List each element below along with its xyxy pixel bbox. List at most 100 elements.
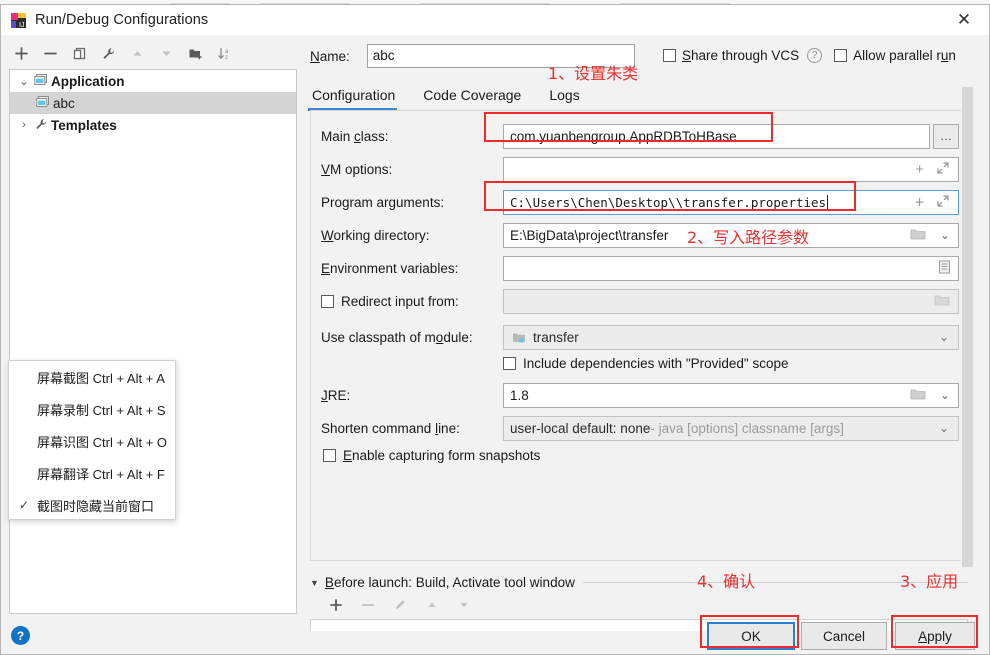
add-configuration-button[interactable]	[7, 40, 36, 66]
context-menu-item-screen-translate[interactable]: 屏幕翻译 Ctrl + Alt + F	[9, 457, 175, 489]
new-folder-icon[interactable]	[181, 40, 210, 66]
dialog-title: Run/Debug Configurations	[35, 12, 209, 28]
tab-logs[interactable]: Logs	[547, 87, 592, 108]
context-menu-item-screenshot[interactable]: 屏幕截图 Ctrl + Alt + A	[9, 361, 175, 393]
tab-code-coverage[interactable]: Code Coverage	[421, 87, 534, 108]
context-menu-item-screen-record[interactable]: 屏幕录制 Ctrl + Alt + S	[9, 393, 175, 425]
redirect-input-field	[503, 288, 959, 314]
triangle-down-icon[interactable]: ▼	[310, 578, 319, 588]
include-dependencies-checkbox[interactable]	[503, 357, 516, 370]
main-class-browse-button[interactable]: …	[933, 123, 959, 149]
svg-text:IJ: IJ	[19, 22, 24, 29]
before-launch-title: Before launch: Build, Activate tool wind…	[324, 575, 575, 590]
shorten-command-line-combobox[interactable]: user-local default: none - java [options…	[503, 415, 959, 441]
check-icon: ✓	[18, 498, 30, 512]
ok-button[interactable]: OK	[707, 622, 795, 650]
jre-value: 1.8	[510, 387, 529, 403]
working-directory-chevron-down-icon[interactable]: ⌄	[940, 228, 950, 242]
tree-node-application[interactable]: ⌄ Application	[10, 70, 296, 92]
vm-options-control: +	[503, 156, 959, 182]
vm-options-input[interactable]: +	[503, 156, 959, 182]
context-menu-item-label: 截图时隐藏当前窗口	[37, 498, 155, 514]
redirect-input-label: Redirect input from:	[341, 293, 459, 309]
use-classpath-row: Use classpath of module: transfer ⌄	[321, 324, 959, 350]
jre-folder-icon[interactable]	[910, 387, 926, 404]
apply-button[interactable]: Apply	[895, 622, 975, 650]
use-classpath-chevron-down-icon[interactable]: ⌄	[939, 330, 949, 344]
screenshot-context-menu[interactable]: 屏幕截图 Ctrl + Alt + A 屏幕录制 Ctrl + Alt + S …	[8, 360, 176, 520]
name-label: Name:	[310, 48, 350, 64]
before-launch-move-up-button[interactable]	[416, 594, 448, 616]
sort-alphabetically-icon[interactable]: a z	[210, 40, 239, 66]
tree-node-label: abc	[53, 95, 75, 111]
jre-control: 1.8 ⌄	[503, 382, 959, 408]
shorten-command-line-label: Shorten command line:	[321, 420, 460, 436]
help-button[interactable]: ?	[11, 626, 30, 645]
program-arguments-label: Program arguments:	[321, 194, 445, 210]
copy-configuration-button[interactable]	[65, 40, 94, 66]
enable-capturing-checkbox[interactable]	[323, 449, 336, 462]
context-menu-item-label: 屏幕截图 Ctrl + Alt + A	[37, 370, 165, 386]
tree-node-templates[interactable]: › Templates	[10, 114, 296, 136]
intellij-idea-icon: IJ	[10, 12, 27, 29]
annotation-step-3: 3、应用	[900, 572, 959, 591]
program-arguments-input[interactable]: C:\Users\Chen\Desktop\\transfer.properti…	[503, 189, 959, 215]
before-launch-pencil-icon[interactable]	[384, 594, 416, 616]
program-arguments-expand-icon[interactable]	[936, 194, 950, 211]
before-launch-add-button[interactable]	[320, 594, 352, 616]
before-launch-remove-button[interactable]	[352, 594, 384, 616]
context-menu-item-hide-window[interactable]: ✓ 截图时隐藏当前窗口	[9, 489, 175, 521]
before-launch-move-down-button[interactable]	[448, 594, 480, 616]
vertical-scrollbar[interactable]	[961, 77, 974, 577]
annotation-step-4: 4、确认	[697, 572, 756, 591]
edit-templates-wrench-icon[interactable]	[94, 40, 123, 66]
main-class-input[interactable]: com.yuanbengroup.AppRDBToHBase	[503, 123, 930, 149]
allow-parallel-run-checkbox[interactable]	[834, 49, 848, 62]
shorten-command-line-control: user-local default: none - java [options…	[503, 415, 959, 441]
configurations-toolbar: a z	[7, 39, 297, 67]
move-up-button[interactable]	[123, 40, 152, 66]
configurations-tree[interactable]: ⌄ Application abc › Templates	[9, 69, 297, 614]
redirect-input-row: Redirect input from:	[321, 288, 959, 314]
context-menu-item-screen-ocr[interactable]: 屏幕识图 Ctrl + Alt + O	[9, 425, 175, 457]
vm-options-label: VM options:	[321, 161, 393, 177]
dialog-titlebar: IJ Run/Debug Configurations ✕	[1, 5, 989, 35]
use-classpath-control: transfer ⌄	[503, 324, 959, 350]
shorten-command-line-chevron-down-icon[interactable]: ⌄	[939, 421, 949, 435]
main-class-control: com.yuanbengroup.AppRDBToHBase …	[503, 123, 959, 149]
before-launch-header[interactable]: ▼ Before launch: Build, Activate tool wi…	[310, 575, 968, 590]
help-icon[interactable]: ?	[807, 48, 823, 63]
scrollbar-thumb[interactable]	[962, 87, 973, 567]
module-icon	[512, 331, 526, 344]
configuration-editor-panel: Name: abc Share through VCS ? Allow para…	[306, 35, 978, 650]
environment-variables-editor-icon[interactable]	[938, 260, 951, 277]
shorten-command-line-row: Shorten command line: user-local default…	[321, 415, 959, 441]
program-arguments-add-icon[interactable]: +	[915, 193, 924, 211]
redirect-input-checkbox[interactable]	[321, 294, 334, 308]
vm-options-row: VM options: +	[321, 156, 959, 182]
chevron-down-icon[interactable]: ⌄	[14, 75, 34, 88]
wrench-icon	[34, 117, 48, 134]
vm-options-expand-icon[interactable]	[936, 161, 950, 178]
screenshot-root: IJ Run/Debug Configurations ✕ a z ⌄ Appl…	[0, 0, 990, 655]
working-directory-folder-icon[interactable]	[910, 227, 926, 244]
environment-variables-label: Environment variables:	[321, 260, 459, 276]
share-through-vcs-checkbox[interactable]	[663, 49, 676, 62]
jre-input[interactable]: 1.8 ⌄	[503, 382, 959, 408]
cancel-button[interactable]: Cancel	[801, 622, 887, 650]
tree-node-abc[interactable]: abc	[10, 92, 296, 114]
chevron-right-icon[interactable]: ›	[14, 119, 34, 131]
working-directory-row: Working directory: E:\BigData\project\tr…	[321, 222, 959, 248]
close-icon[interactable]: ✕	[947, 7, 981, 33]
tab-configuration[interactable]: Configuration	[308, 87, 408, 111]
environment-variables-input[interactable]	[503, 255, 959, 281]
context-menu-item-label: 屏幕录制 Ctrl + Alt + S	[37, 402, 166, 418]
environment-variables-control	[503, 255, 959, 281]
working-directory-label: Working directory:	[321, 227, 430, 243]
move-down-button[interactable]	[152, 40, 181, 66]
remove-configuration-button[interactable]	[36, 40, 65, 66]
vm-options-add-icon[interactable]: +	[915, 161, 924, 178]
use-classpath-combobox[interactable]: transfer ⌄	[503, 324, 959, 350]
editor-tabs: Configuration Code Coverage Logs	[308, 80, 606, 111]
jre-chevron-down-icon[interactable]: ⌄	[940, 388, 950, 402]
